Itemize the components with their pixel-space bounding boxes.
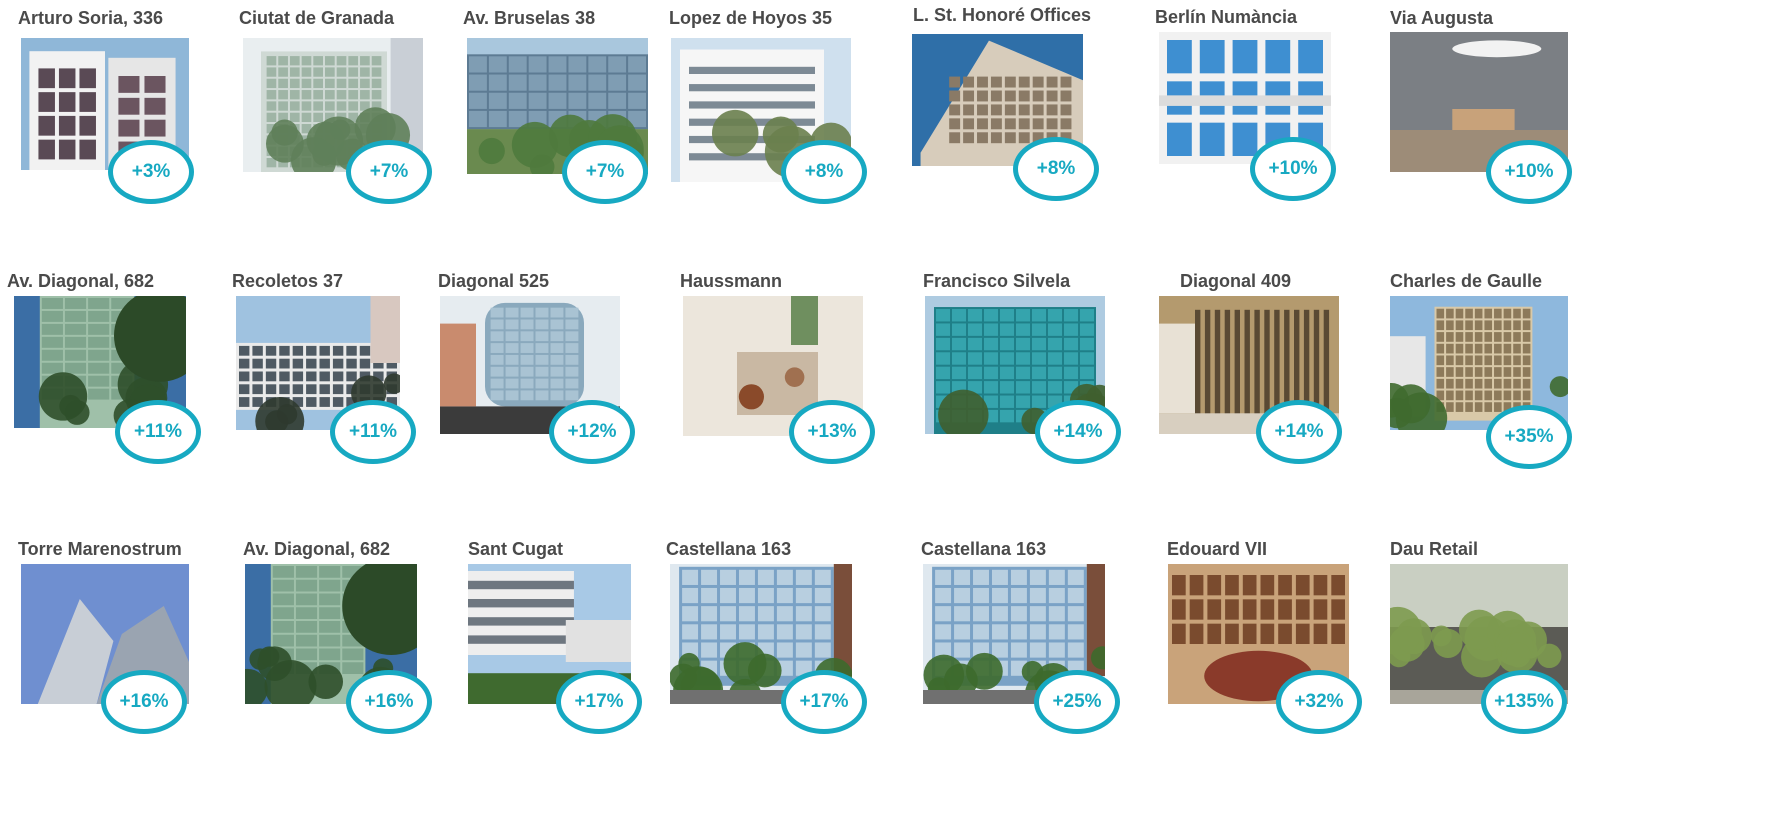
uplift-badge: +17% <box>781 670 867 734</box>
uplift-badge: +17% <box>556 670 642 734</box>
uplift-badge: +16% <box>101 670 187 734</box>
property-name: Charles de Gaulle <box>1390 271 1543 291</box>
property-name: Francisco Silvela <box>923 271 1071 291</box>
property-name: Via Augusta <box>1390 8 1494 28</box>
uplift-badge: +11% <box>115 400 201 464</box>
uplift-badge: +8% <box>781 140 867 204</box>
uplift-badge: +10% <box>1486 140 1572 204</box>
property-name: Castellana 163 <box>921 539 1047 559</box>
property-name: Castellana 163 <box>666 539 792 559</box>
uplift-badge: +16% <box>346 670 432 734</box>
uplift-badge: +3% <box>108 140 194 204</box>
property-name: Diagonal 525 <box>438 271 550 291</box>
uplift-badge: +14% <box>1035 400 1121 464</box>
property-name: Berlín Numància <box>1155 7 1298 27</box>
uplift-badge: +8% <box>1013 137 1099 201</box>
uplift-badge: +35% <box>1486 405 1572 469</box>
uplift-badge: +7% <box>562 140 648 204</box>
property-name: Diagonal 409 <box>1180 271 1292 291</box>
property-name: Haussmann <box>680 271 783 291</box>
property-name: Av. Bruselas 38 <box>463 8 596 28</box>
uplift-badge: +14% <box>1256 400 1342 464</box>
property-name: Torre Marenostrum <box>18 539 182 559</box>
property-name: Sant Cugat <box>468 539 564 559</box>
property-name: Lopez de Hoyos 35 <box>669 8 833 28</box>
property-name: Av. Diagonal, 682 <box>7 271 155 291</box>
property-name: Ciutat de Granada <box>239 8 395 28</box>
uplift-badge: +135% <box>1481 670 1567 734</box>
uplift-badge: +25% <box>1034 670 1120 734</box>
property-name: Recoletos 37 <box>232 271 344 291</box>
uplift-badge: +10% <box>1250 137 1336 201</box>
property-name: Av. Diagonal, 682 <box>243 539 391 559</box>
property-name: Arturo Soria, 336 <box>18 8 164 28</box>
uplift-badge: +12% <box>549 400 635 464</box>
uplift-badge: +7% <box>346 140 432 204</box>
uplift-badge: +32% <box>1276 670 1362 734</box>
uplift-badge: +11% <box>330 400 416 464</box>
property-name: L. St. Honoré Offices <box>913 5 1092 25</box>
property-name: Dau Retail <box>1390 539 1479 559</box>
uplift-badge: +13% <box>789 400 875 464</box>
property-name: Edouard VII <box>1167 539 1268 559</box>
property-grid: Arturo Soria, 336 +3% Ciutat de Granada +7%… <box>0 0 1791 834</box>
